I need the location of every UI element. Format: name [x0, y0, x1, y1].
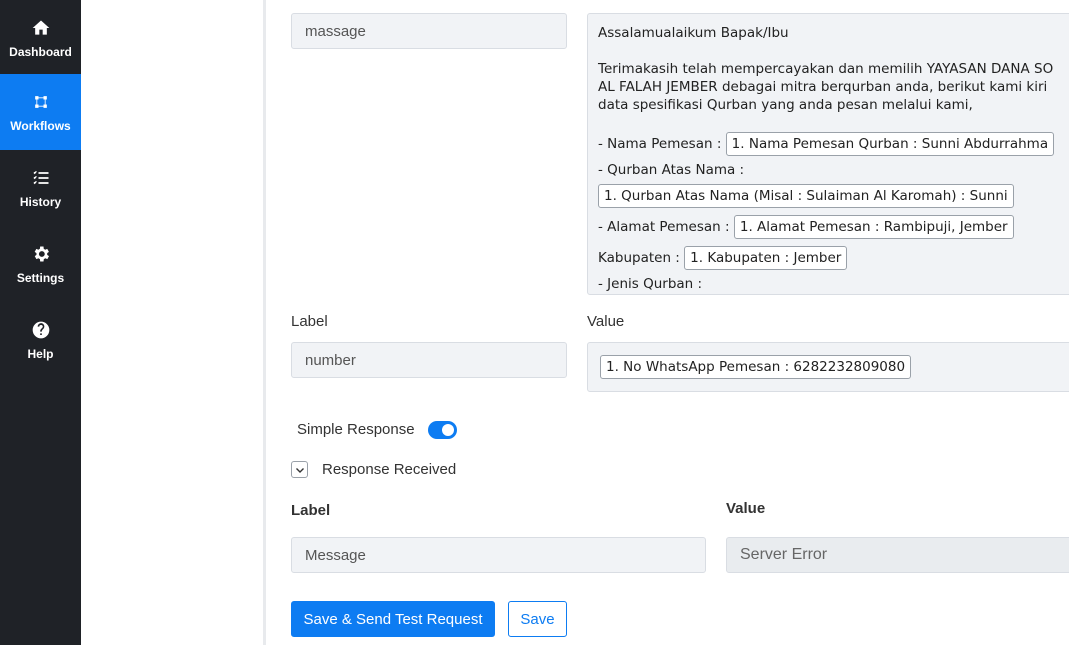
response-received-label: Response Received: [322, 461, 457, 478]
simple-response-toggle[interactable]: [428, 421, 457, 439]
sidebar-item-label: History: [19, 195, 62, 209]
response-label-input[interactable]: Message: [291, 537, 706, 573]
label-header: Label: [291, 313, 328, 330]
message-greeting: Assalamualaikum Bapak/Ibu: [598, 25, 789, 41]
param-label-value: massage: [305, 22, 366, 40]
simple-response-label: Simple Response: [297, 421, 415, 438]
jenis-label: - Jenis Qurban :: [598, 276, 703, 292]
sidebar-item-help[interactable]: Help: [0, 302, 81, 378]
message-line-jenis: - Jenis Qurban :: [598, 275, 1069, 293]
alamat-label: - Alamat Pemesan :: [598, 219, 730, 235]
sidebar-item-label: Workflows: [10, 119, 71, 133]
content-gutter: [81, 0, 265, 645]
message-line-kabupaten: Kabupaten : 1. Kabupaten : Jember: [598, 244, 1069, 272]
response-label-header: Label: [291, 502, 331, 519]
sidebar-item-label: Help: [27, 347, 54, 361]
message-line-alamat: - Alamat Pemesan : 1. Alamat Pemesan : R…: [598, 213, 1069, 241]
save-and-send-test-button[interactable]: Save & Send Test Request: [291, 601, 495, 637]
response-value: Server Error: [740, 546, 828, 563]
home-icon: [30, 17, 52, 39]
param-label-input[interactable]: massage: [291, 13, 567, 49]
sidebar-item-dashboard[interactable]: Dashboard: [0, 0, 81, 76]
sidebar-item-label: Settings: [16, 271, 65, 285]
message-line-atas-nama: - Qurban Atas Nama :: [598, 161, 1069, 179]
question-circle-icon: [30, 319, 52, 341]
message-para-1: Terimakasih telah mempercayakan dan memi…: [598, 61, 1054, 77]
variable-chip[interactable]: 1. Qurban Atas Nama (Misal : Sulaiman Al…: [598, 184, 1014, 208]
message-value-editor[interactable]: Assalamualaikum Bapak/Ibu Terimakasih te…: [587, 13, 1069, 295]
param-value-editor[interactable]: 1. No WhatsApp Pemesan : 6282232809080: [587, 342, 1069, 392]
message-line-atas-nama-chip: 1. Qurban Atas Nama (Misal : Sulaiman Al…: [598, 182, 1069, 210]
save-button[interactable]: Save: [508, 601, 567, 637]
list-check-icon: [30, 167, 52, 189]
variable-chip[interactable]: 1. No WhatsApp Pemesan : 6282232809080: [600, 355, 912, 379]
variable-chip[interactable]: 1. Kabupaten : Jember: [684, 246, 848, 270]
variable-chip[interactable]: 1. Alamat Pemesan : Rambipuji, Jember: [733, 215, 1014, 239]
sidebar-item-label: Dashboard: [9, 45, 72, 59]
value-header: Value: [587, 313, 625, 330]
kabupaten-label: Kabupaten :: [598, 250, 680, 266]
response-value-header: Value: [726, 500, 766, 517]
sidebar: Dashboard Workflows History Settings Hel…: [0, 0, 81, 645]
param-label-input[interactable]: number: [291, 342, 567, 378]
chevron-down-icon: [295, 467, 304, 473]
response-label-value: Message: [305, 546, 366, 564]
variable-chip[interactable]: 1. Nama Pemesan Qurban : Sunni Abdurrahm…: [725, 132, 1055, 156]
message-line-nama-pemesan: - Nama Pemesan : 1. Nama Pemesan Qurban …: [598, 130, 1069, 158]
toggle-knob: [442, 424, 454, 436]
message-para-2: AL FALAH JEMBER debagai mitra berqurban …: [598, 79, 1048, 95]
atas-nama-label: - Qurban Atas Nama :: [598, 162, 745, 178]
gear-icon: [30, 243, 52, 265]
param-label-value: number: [305, 351, 356, 369]
nama-pemesan-label: - Nama Pemesan :: [598, 136, 722, 152]
sidebar-item-workflows[interactable]: Workflows: [0, 74, 81, 150]
response-received-collapse-toggle[interactable]: [291, 461, 308, 478]
sidebar-item-settings[interactable]: Settings: [0, 226, 81, 302]
message-para-3: data spesifikasi Qurban yang anda pesan …: [598, 97, 973, 113]
sidebar-item-history[interactable]: History: [0, 150, 81, 226]
response-value-field: Server Error: [726, 537, 1069, 573]
workflow-icon: [30, 91, 52, 113]
